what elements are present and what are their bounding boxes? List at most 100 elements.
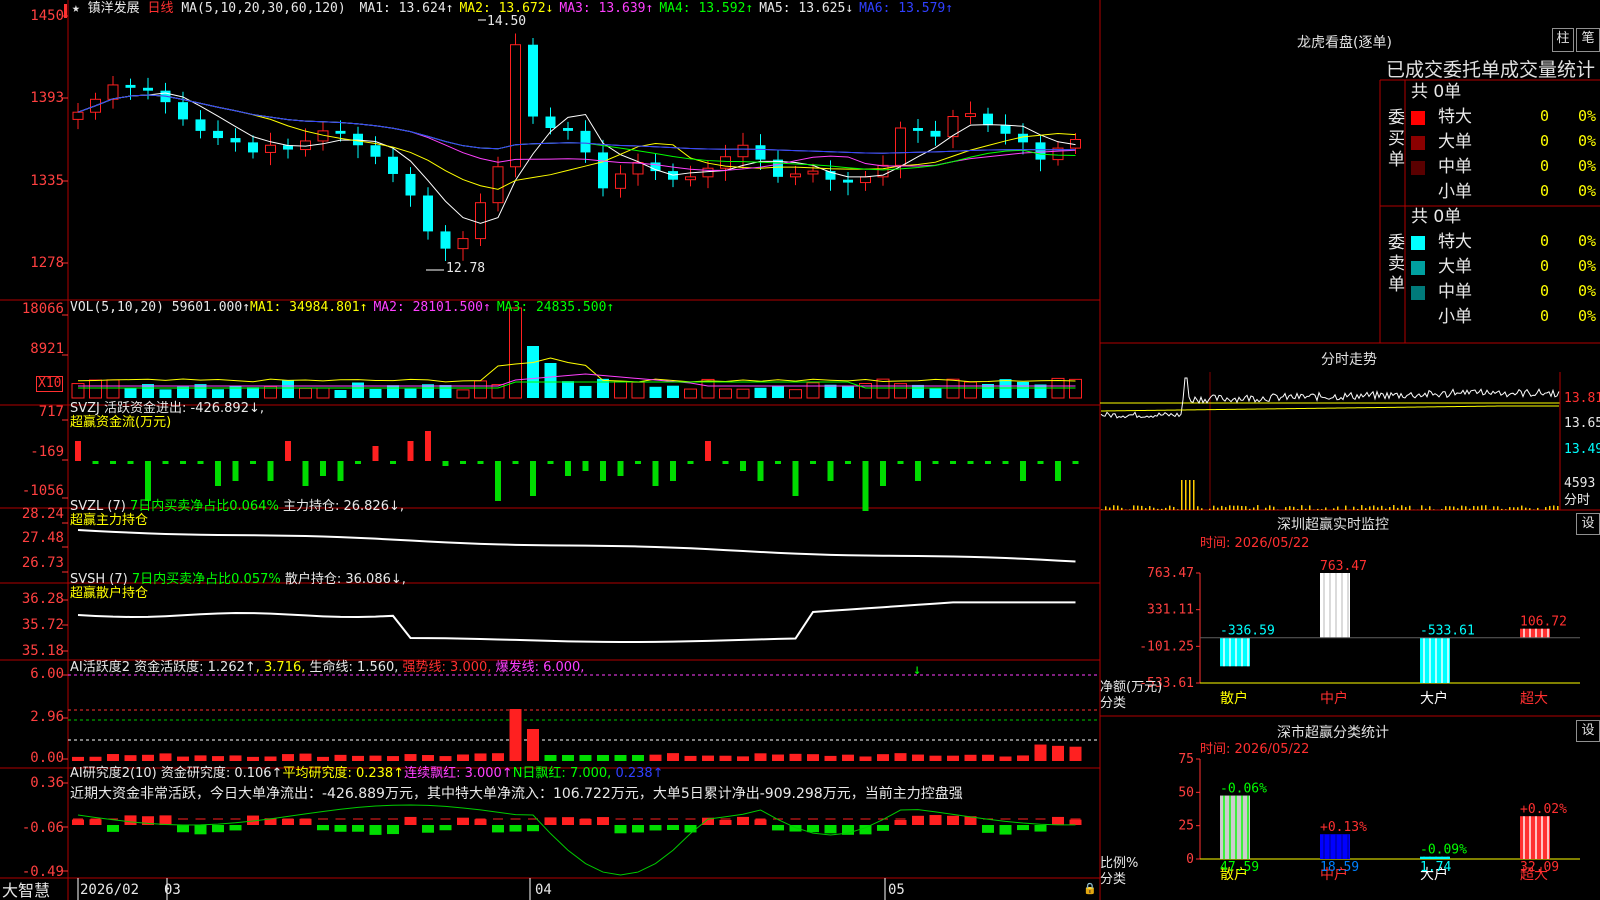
- ai-research-ytick-1: 0.36: [30, 775, 64, 791]
- fund-flow-bar: [600, 461, 606, 481]
- intraday-volume-bar: [1429, 506, 1431, 510]
- research-bar: [807, 825, 819, 833]
- research-bar: [632, 825, 644, 833]
- intraday-vol-unit: 分时: [1564, 493, 1591, 508]
- ma-line-5: [77, 94, 1076, 154]
- research-bar: [527, 825, 539, 832]
- activity-bar: [982, 754, 994, 761]
- fund-flow-bar: [792, 461, 799, 496]
- active-pane-marker: [64, 4, 67, 18]
- intraday-volume-bar: [1549, 505, 1551, 510]
- activity-bar: [1052, 745, 1064, 761]
- activity-bar: [579, 755, 592, 761]
- fund-flow-bar: [197, 461, 204, 464]
- sz-monitor-settings-button[interactable]: 设: [1576, 513, 1600, 535]
- vol-header: VOL(5,10,20) 59601.000↑MA1: 34984.801↑ MA…: [70, 301, 614, 315]
- activity-bar: [142, 754, 154, 761]
- fund-flow-bar: [845, 461, 851, 464]
- activity-bar: [597, 755, 609, 761]
- sz-class-ylabel2: 分类: [1100, 872, 1127, 887]
- intraday-volume-bar: [1441, 509, 1443, 510]
- fund-flow-bar: [757, 461, 764, 481]
- sell-row-pct-2: 0%: [1578, 257, 1597, 275]
- sz-monitor-bar-stripe: [1447, 637, 1449, 683]
- sz-monitor-bar-stripe: [1241, 637, 1243, 667]
- sz-monitor-bar-stripe: [1223, 637, 1225, 667]
- tick-mode-button[interactable]: 笔: [1576, 28, 1600, 52]
- intraday-volume-bar: [1301, 505, 1303, 510]
- activity-bar: [877, 754, 889, 761]
- period-label[interactable]: 日线: [148, 1, 174, 16]
- intraday-volume-bar: [1173, 506, 1175, 510]
- sz-monitor-bar-stripe: [1335, 573, 1337, 638]
- fund-flow-bar: [390, 461, 396, 464]
- intraday-volume-bar: [1369, 506, 1371, 510]
- candle-up: [860, 176, 871, 184]
- research-bar: [667, 825, 679, 831]
- research-bar: [282, 818, 294, 825]
- volume-bar: [649, 386, 662, 398]
- candle-down: [440, 231, 451, 249]
- research-bar: [754, 819, 767, 825]
- bar-mode-button[interactable]: 柱: [1552, 28, 1574, 52]
- favorite-star-icon[interactable]: ★: [72, 1, 80, 16]
- lock-icon[interactable]: 🔒: [1083, 882, 1097, 896]
- svzj-ytick-1: 717: [38, 404, 64, 420]
- activity-bar: [894, 753, 907, 761]
- fund-flow-bar: [425, 431, 431, 461]
- buy-row-value-3: 0: [1540, 157, 1550, 175]
- sell-row-name-1: 特大: [1438, 232, 1472, 252]
- chart-canvas[interactable]: ↓ 763.47 331.11 -101.25 -533.61 散户 -336.59 中户 76…: [0, 0, 1600, 900]
- fund-flow-bar: [302, 461, 309, 486]
- svsh-ratio: 7日内买卖净占比0.057%: [131, 572, 281, 587]
- sell-row-value-3: 0: [1540, 282, 1550, 300]
- svsh-name: SVSH (7): [70, 572, 128, 587]
- ai-active-l1: 资金活跃度: 1.262↑: [134, 660, 256, 675]
- fund-flow-bar: [775, 461, 781, 464]
- intraday-volume-bar: [1485, 505, 1487, 510]
- volume-bar: [212, 389, 224, 398]
- sz-class-ytick-label: 50: [1178, 785, 1194, 800]
- sz-monitor-bar-stripe: [1523, 628, 1525, 638]
- intraday-volume-bar: [1101, 509, 1103, 510]
- volume-bar: [352, 382, 364, 398]
- sz-class-bar-stripe: [1235, 795, 1237, 859]
- candle-up: [615, 173, 626, 189]
- sz-class-settings-button[interactable]: 设: [1576, 720, 1600, 742]
- activity-bar: [317, 756, 329, 761]
- research-bar: [597, 817, 609, 825]
- main-ytick-4: 1278: [30, 255, 64, 271]
- fund-flow-bar: [810, 461, 816, 464]
- intraday-volume-bar: [1161, 508, 1163, 510]
- candle-up: [457, 238, 469, 250]
- sz-class-value-label-3: 1.74: [1420, 860, 1451, 875]
- stock-name: 镇洋发展: [87, 1, 140, 16]
- activity-bar: [334, 754, 347, 761]
- intraday-volume-bar: [1253, 507, 1255, 510]
- intraday-volume-bar: [1457, 508, 1459, 510]
- research-bar: [317, 825, 329, 831]
- activity-bar: [754, 753, 767, 761]
- research-bar: [334, 825, 347, 832]
- ai-research-l3: 连续飘红: 3.000↑: [404, 766, 513, 781]
- fund-flow-bar: [687, 461, 694, 464]
- research-bar: [894, 819, 907, 825]
- intraday-volume-bar: [1141, 505, 1143, 510]
- activity-bar: [702, 755, 714, 761]
- retail-holding-line: [77, 601, 1076, 643]
- volume-bar: [912, 384, 924, 398]
- buy-swatch-2: [1411, 136, 1425, 150]
- activity-bar: [264, 756, 277, 761]
- intraday-volume-bar: [1265, 507, 1267, 510]
- fund-flow-bar: [670, 461, 676, 481]
- research-bar: [614, 825, 627, 834]
- research-bar: [212, 825, 224, 833]
- sz-class-value-label-4: 32.09: [1520, 860, 1559, 875]
- svzl-ratio: 7日内买卖净占比0.064%: [129, 499, 279, 514]
- activity-bar: [1017, 755, 1029, 761]
- svzj-ytick-2: -169: [30, 444, 64, 460]
- sz-monitor-value-label-2: 763.47: [1320, 559, 1367, 574]
- buy-row-value-4: 0: [1540, 182, 1550, 200]
- intraday-volume-bar: [1373, 505, 1375, 510]
- volume-bar: [824, 384, 837, 398]
